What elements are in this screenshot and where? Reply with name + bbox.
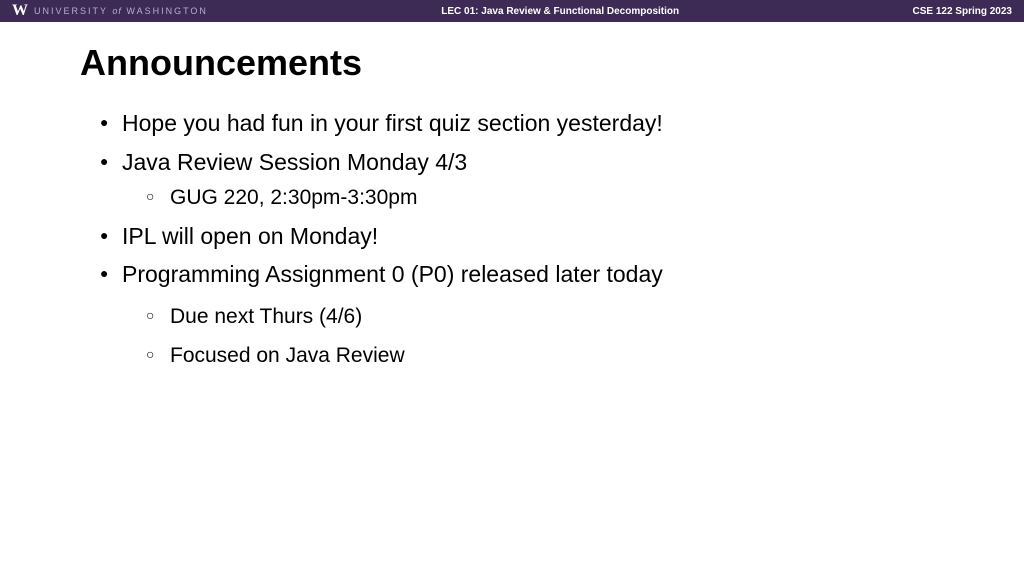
course-info: CSE 122 Spring 2023 — [912, 6, 1012, 17]
uw-of: of — [112, 6, 122, 16]
list-item-text: Programming Assignment 0 (P0) released l… — [122, 261, 663, 287]
list-item-text: Hope you had fun in your first quiz sect… — [122, 110, 663, 136]
uw-text: UNIVERSITY of WASHINGTON — [34, 6, 208, 16]
sub-list-item: GUG 220, 2:30pm-3:30pm — [146, 181, 944, 215]
uw-university: UNIVERSITY — [34, 6, 108, 16]
list-item-text: IPL will open on Monday! — [122, 223, 378, 249]
slide-header: W UNIVERSITY of WASHINGTON LEC 01: Java … — [0, 0, 1024, 22]
list-item: Hope you had fun in your first quiz sect… — [100, 106, 944, 141]
sub-list-item: Focused on Java Review — [146, 339, 944, 373]
sub-list: Due next Thurs (4/6) Focused on Java Rev… — [122, 300, 944, 373]
list-item: Java Review Session Monday 4/3 GUG 220, … — [100, 145, 944, 215]
list-item: IPL will open on Monday! — [100, 219, 944, 254]
announcements-list: Hope you had fun in your first quiz sect… — [80, 106, 944, 373]
sub-list-item: Due next Thurs (4/6) — [146, 300, 944, 334]
slide-content: Announcements Hope you had fun in your f… — [0, 22, 1024, 373]
page-title: Announcements — [80, 42, 944, 84]
list-item: Programming Assignment 0 (P0) released l… — [100, 257, 944, 373]
sub-list-item-text: Due next Thurs (4/6) — [170, 305, 362, 328]
uw-logo-icon: W — [12, 3, 28, 19]
sub-list-item-text: Focused on Java Review — [170, 344, 405, 367]
header-left: W UNIVERSITY of WASHINGTON — [12, 3, 208, 19]
sub-list-item-text: GUG 220, 2:30pm-3:30pm — [170, 186, 417, 209]
list-item-text: Java Review Session Monday 4/3 — [122, 149, 467, 175]
uw-washington: WASHINGTON — [126, 6, 208, 16]
lecture-title: LEC 01: Java Review & Functional Decompo… — [441, 6, 679, 17]
sub-list: GUG 220, 2:30pm-3:30pm — [122, 181, 944, 215]
